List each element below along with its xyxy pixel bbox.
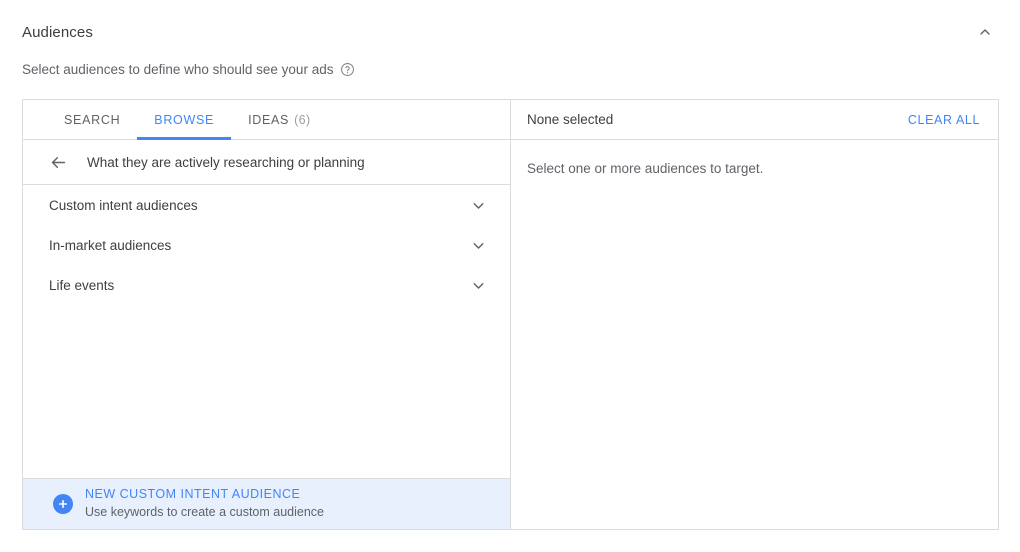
audience-browser-pane: SEARCH BROWSE IDEAS (6) What they are ac… xyxy=(23,100,511,529)
cta-subtitle: Use keywords to create a custom audience xyxy=(85,505,325,519)
section-subtitle: Select audiences to define who should se… xyxy=(22,62,355,77)
category-label: In-market audiences xyxy=(49,237,172,253)
category-row-custom-intent-audiences[interactable]: Custom intent audiences xyxy=(23,185,510,225)
selection-empty-message: Select one or more audiences to target. xyxy=(527,161,764,176)
selection-body: Select one or more audiences to target. xyxy=(511,140,998,529)
tab-browse-label: BROWSE xyxy=(154,112,215,127)
cta-title: NEW CUSTOM INTENT AUDIENCE xyxy=(85,487,301,502)
collapse-section-button[interactable] xyxy=(971,18,999,46)
tab-search-label: SEARCH xyxy=(64,112,121,127)
selected-audiences-pane: None selected CLEAR ALL Select one or mo… xyxy=(511,100,998,529)
tab-ideas-label: IDEAS xyxy=(248,112,290,127)
arrow-left-icon[interactable] xyxy=(43,147,73,177)
tab-ideas-count: (6) xyxy=(294,112,311,127)
category-row-in-market-audiences[interactable]: In-market audiences xyxy=(23,225,510,265)
breadcrumb-label: What they are actively researching or pl… xyxy=(87,154,365,170)
chevron-up-icon xyxy=(977,24,993,40)
chevron-down-icon[interactable] xyxy=(468,235,488,255)
new-custom-intent-audience-button[interactable]: NEW CUSTOM INTENT AUDIENCE Use keywords … xyxy=(23,478,510,529)
tab-ideas[interactable]: IDEAS (6) xyxy=(231,100,328,139)
breadcrumb-back-row[interactable]: What they are actively researching or pl… xyxy=(23,140,510,185)
tab-search[interactable]: SEARCH xyxy=(47,100,137,139)
clear-all-button[interactable]: CLEAR ALL xyxy=(906,109,982,131)
category-label: Life events xyxy=(49,277,115,293)
category-label: Custom intent audiences xyxy=(49,197,198,213)
section-header: Audiences xyxy=(22,18,999,46)
audience-category-list: Custom intent audiences In-market audien… xyxy=(23,185,510,478)
audiences-panel: Audiences Select audiences to define who… xyxy=(0,0,1020,552)
chevron-down-icon[interactable] xyxy=(468,195,488,215)
chevron-down-icon[interactable] xyxy=(468,275,488,295)
category-row-life-events[interactable]: Life events xyxy=(23,265,510,305)
help-circle-icon[interactable] xyxy=(340,62,355,77)
section-subtitle-text: Select audiences to define who should se… xyxy=(22,62,334,77)
tab-browse[interactable]: BROWSE xyxy=(137,100,231,140)
page-title: Audiences xyxy=(22,23,93,41)
selection-status: None selected xyxy=(527,112,614,127)
plus-circle-icon xyxy=(53,494,73,514)
cta-text: NEW CUSTOM INTENT AUDIENCE Use keywords … xyxy=(85,487,324,520)
audience-selector-card: SEARCH BROWSE IDEAS (6) What they are ac… xyxy=(22,99,999,530)
selection-header: None selected CLEAR ALL xyxy=(511,100,998,140)
audience-tabs: SEARCH BROWSE IDEAS (6) xyxy=(23,100,510,140)
